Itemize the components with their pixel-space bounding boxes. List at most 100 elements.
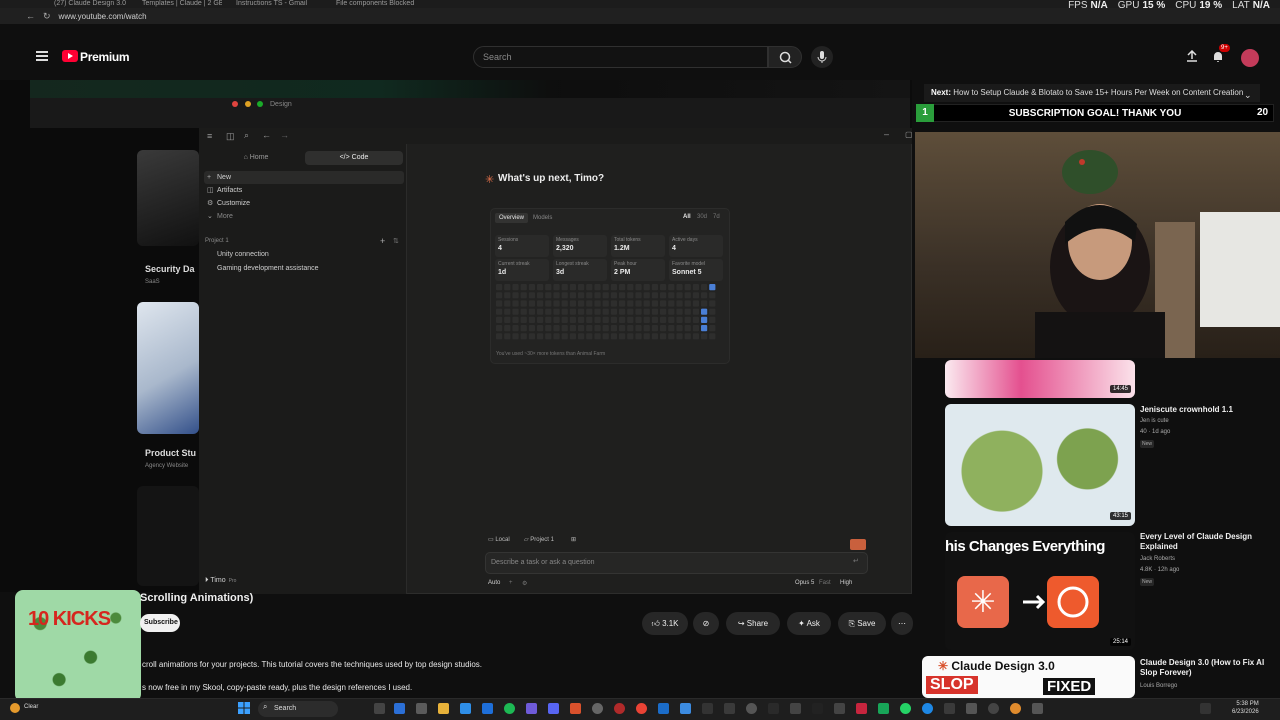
avatar[interactable] xyxy=(1241,49,1259,67)
mic-button[interactable] xyxy=(811,46,833,68)
app-icon[interactable] xyxy=(1032,703,1043,714)
hamburger-icon[interactable]: ≡ xyxy=(207,131,212,141)
app-icon[interactable] xyxy=(526,703,537,714)
app-icon[interactable] xyxy=(1010,703,1021,714)
prompt-input[interactable]: Describe a task or ask a question xyxy=(485,552,868,574)
site-card-thumbnail[interactable] xyxy=(137,486,199,586)
related-thumbnail[interactable] xyxy=(945,360,1135,398)
browser-tab[interactable]: Instructions TS - Gmail xyxy=(236,0,322,8)
app-icon[interactable] xyxy=(482,703,493,714)
related-title[interactable]: Every Level of Claude Design Explained xyxy=(1140,532,1270,552)
back-icon[interactable]: ← xyxy=(26,11,35,21)
menu-icon[interactable] xyxy=(36,51,48,61)
range-all[interactable]: All xyxy=(683,214,691,220)
notifications-bell-icon[interactable] xyxy=(1212,50,1224,66)
forward-arrow-icon[interactable]: → xyxy=(280,130,289,140)
sidebar-item-customize[interactable]: ⚙ Customize xyxy=(207,198,250,210)
search-button[interactable] xyxy=(768,46,802,68)
whatsapp-icon[interactable] xyxy=(900,703,911,714)
file-explorer-icon[interactable] xyxy=(438,703,449,714)
app-icon[interactable] xyxy=(988,703,999,714)
like-button[interactable]: 👍︎ 3.1K xyxy=(642,612,688,635)
effort-selector[interactable]: High xyxy=(840,580,852,586)
related-channel[interactable]: Jen is cute xyxy=(1140,417,1169,426)
sidebar-item-more[interactable]: ⌄ More xyxy=(207,211,233,223)
up-next-bar[interactable]: Next: How to Setup Claude & Blotato to S… xyxy=(924,84,1260,102)
related-title[interactable]: Jeniscute crownhold 1.1 xyxy=(1140,405,1270,415)
site-card-thumbnail[interactable] xyxy=(137,302,199,434)
tools-icon[interactable]: ⚙ xyxy=(522,580,527,587)
app-icon[interactable] xyxy=(944,703,955,714)
project-item[interactable]: Unity connection xyxy=(217,251,269,258)
url-field[interactable]: www.youtube.com/watch xyxy=(59,12,147,21)
model-selector[interactable]: Opus 5 xyxy=(795,580,814,586)
chrome-icon[interactable] xyxy=(636,703,647,714)
reload-icon[interactable]: ↻ xyxy=(43,11,51,22)
claude-icon[interactable] xyxy=(570,703,581,714)
app-icon[interactable] xyxy=(724,703,735,714)
spotify-icon[interactable] xyxy=(504,703,515,714)
send-icon[interactable]: ↵ xyxy=(853,557,859,565)
task-view-icon[interactable] xyxy=(374,703,385,714)
app-icon[interactable] xyxy=(592,703,603,714)
tab-models[interactable]: Models xyxy=(529,213,556,223)
range-7d[interactable]: 7d xyxy=(713,214,720,220)
search-input[interactable]: Search xyxy=(473,46,768,68)
related-title[interactable]: Claude Design 3.0 (How to Fix AI Slop Fo… xyxy=(1140,658,1270,678)
tray-icon[interactable] xyxy=(1200,703,1211,714)
related-channel[interactable]: Louis Borrego xyxy=(1140,682,1177,691)
app-icon[interactable] xyxy=(614,703,625,714)
search-icon[interactable]: ⌕ xyxy=(244,130,249,141)
tab-home[interactable]: ⌂ Home xyxy=(207,151,305,165)
range-30d[interactable]: 30d xyxy=(697,214,707,220)
app-icon[interactable] xyxy=(790,703,801,714)
sort-icon[interactable]: ⇅ xyxy=(393,237,399,245)
app-icon[interactable] xyxy=(856,703,867,714)
app-icon[interactable] xyxy=(680,703,691,714)
related-thumbnail[interactable] xyxy=(945,404,1135,526)
taskbar-clock[interactable]: 5:38 PM 6/23/2026 xyxy=(1232,700,1259,716)
app-icon[interactable] xyxy=(878,703,889,714)
app-icon[interactable] xyxy=(966,703,977,714)
app-icon[interactable] xyxy=(460,703,471,714)
youtube-logo-icon[interactable] xyxy=(62,50,78,62)
sidebar-item-artifacts[interactable]: ◫ Artifacts xyxy=(207,185,242,197)
app-icon[interactable] xyxy=(394,703,405,714)
tab-overview[interactable]: Overview xyxy=(495,213,529,223)
sidebar-toggle-icon[interactable]: ◫ xyxy=(226,131,235,142)
attach-icon[interactable]: + xyxy=(509,580,513,586)
minimize-icon[interactable]: – xyxy=(884,129,889,139)
browser-tab[interactable]: (27) Claude Design 3.0 xyxy=(54,0,134,8)
weather-icon[interactable] xyxy=(10,703,20,713)
add-project-icon[interactable]: + xyxy=(380,236,385,246)
app-icon[interactable] xyxy=(746,703,757,714)
project-item[interactable]: Gaming development assistance xyxy=(217,265,319,272)
app-icon[interactable] xyxy=(812,703,823,714)
mode-selector[interactable]: Auto xyxy=(488,580,500,586)
user-menu[interactable]: ⏵ Timo Pro xyxy=(205,577,236,585)
project-header[interactable]: Project 1 xyxy=(205,238,229,244)
youtube-premium-label[interactable]: Premium xyxy=(80,50,130,64)
maximize-icon[interactable]: ▢ xyxy=(905,130,913,139)
app-icon[interactable] xyxy=(834,703,845,714)
site-card-thumbnail[interactable] xyxy=(137,150,199,246)
browser-tab[interactable]: File components Blocked xyxy=(336,0,422,8)
branch-icon[interactable]: ⊞ xyxy=(568,535,579,546)
dislike-button[interactable]: ⊘ xyxy=(693,612,719,635)
discord-icon[interactable] xyxy=(548,703,559,714)
subscribe-button[interactable]: Subscribe xyxy=(140,614,180,632)
project-chip[interactable]: ▱ Project 1 xyxy=(521,535,557,546)
sidebar-item-new[interactable]: + New xyxy=(207,172,231,184)
related-channel[interactable]: Jack Roberts xyxy=(1140,555,1175,564)
save-button[interactable]: ⎘ Save xyxy=(838,612,886,635)
back-arrow-icon[interactable]: ← xyxy=(262,130,271,140)
taskbar-search[interactable]: Search xyxy=(258,701,338,717)
app-icon[interactable] xyxy=(658,703,669,714)
tab-code[interactable]: </> Code xyxy=(305,151,403,165)
weather-text[interactable]: Clear xyxy=(24,704,38,710)
app-icon[interactable] xyxy=(416,703,427,714)
app-icon[interactable] xyxy=(768,703,779,714)
windows-start-icon[interactable] xyxy=(238,702,250,714)
ask-button[interactable]: ✦ Ask xyxy=(787,612,831,635)
upload-icon[interactable] xyxy=(1186,49,1198,65)
